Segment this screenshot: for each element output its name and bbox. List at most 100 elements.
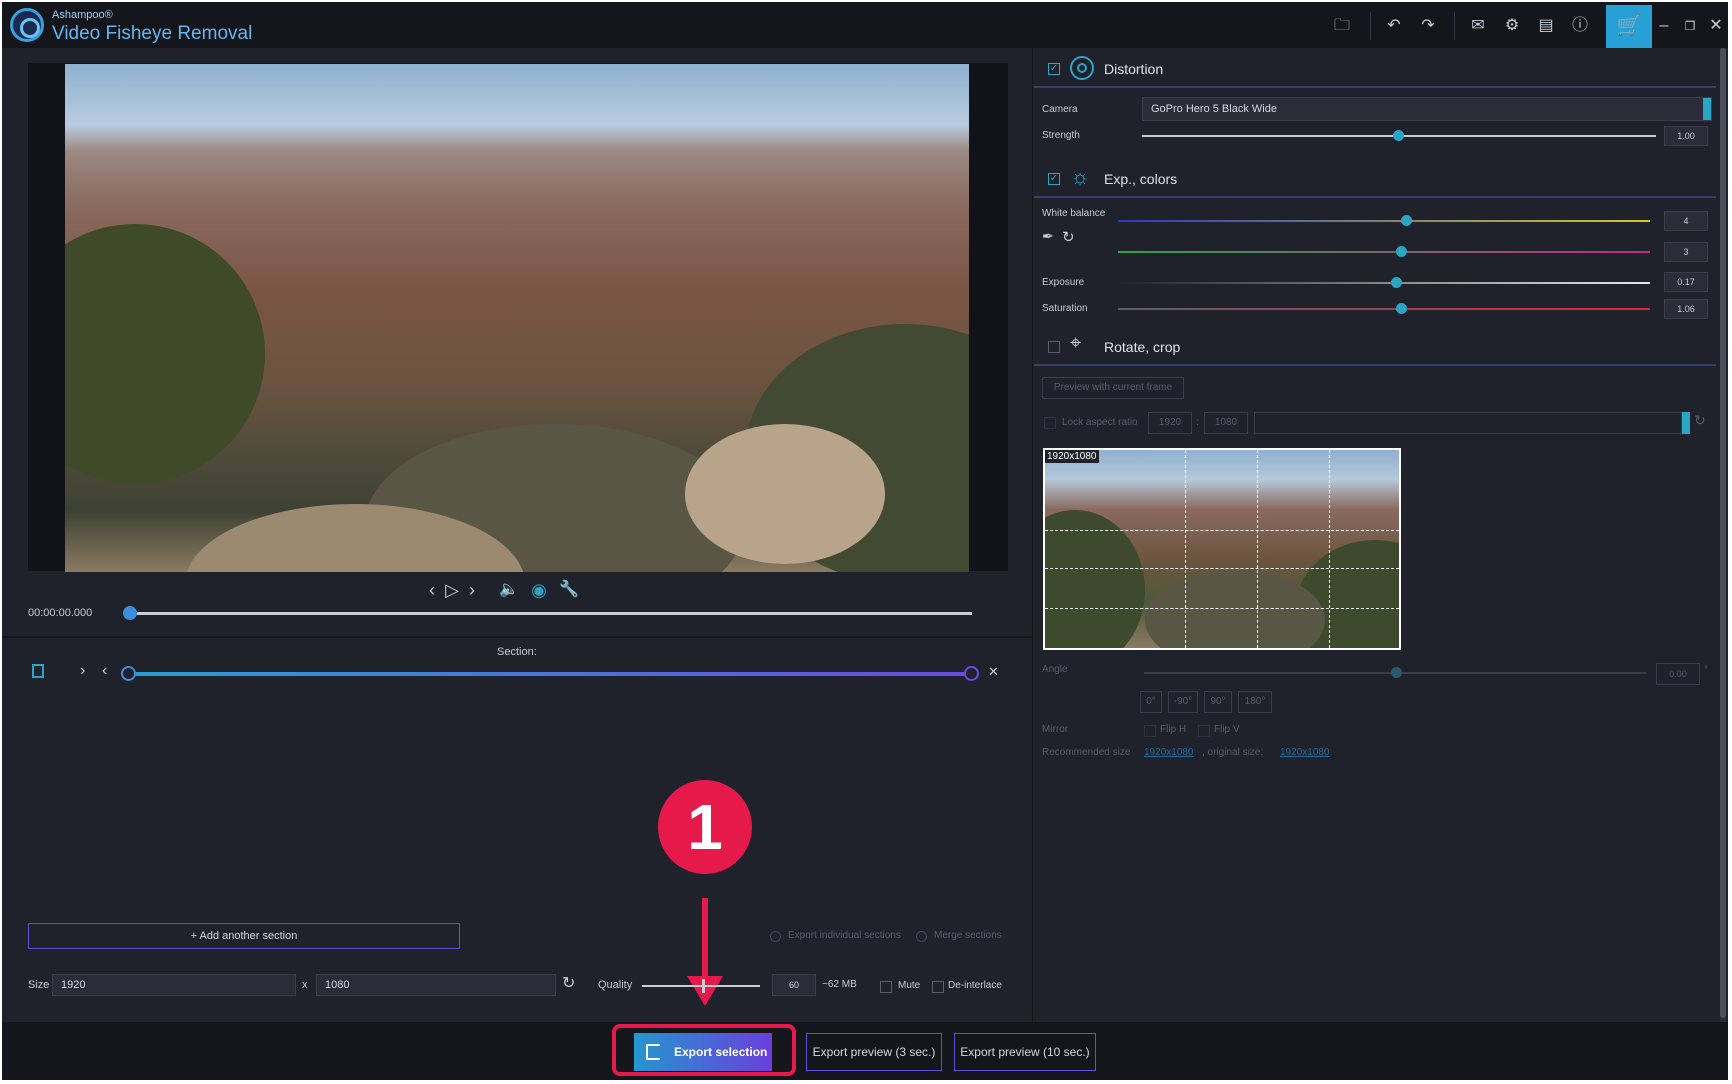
play-icon[interactable]: ▷: [442, 578, 462, 602]
saturation-slider-handle[interactable]: [1396, 303, 1407, 314]
deinterlace-checkbox[interactable]: [932, 981, 944, 993]
restore-icon[interactable]: ❐: [1678, 14, 1702, 38]
flip-h-checkbox[interactable]: [1144, 725, 1156, 737]
ratio-height-input[interactable]: 1080: [1204, 412, 1248, 434]
volume-icon[interactable]: 🔈: [498, 578, 520, 602]
previous-frame-icon[interactable]: ‹: [422, 578, 442, 602]
flip-h-label: Flip H: [1160, 724, 1187, 735]
merge-sections-radio[interactable]: [916, 931, 927, 942]
section-previous-icon[interactable]: ‹: [102, 662, 107, 680]
size-separator: x: [302, 979, 308, 991]
add-section-label: Add another section: [199, 930, 298, 942]
settings-gear-icon[interactable]: ⚙: [1500, 14, 1524, 38]
ratio-width-input[interactable]: 1920: [1148, 412, 1192, 434]
angle-value[interactable]: 0.00: [1656, 663, 1700, 685]
export-preview-10-button[interactable]: Export preview (10 sec.): [954, 1033, 1096, 1071]
exp-colors-checkbox[interactable]: ✓: [1048, 173, 1060, 185]
exp-colors-title: Exp., colors: [1104, 171, 1178, 187]
section-range-bar[interactable]: [128, 672, 974, 676]
add-another-section-button[interactable]: + Add another section: [28, 923, 460, 949]
exposure-slider-handle[interactable]: [1391, 277, 1402, 288]
open-folder-icon[interactable]: 🗀: [1330, 14, 1354, 38]
close-icon[interactable]: ✕: [1704, 14, 1728, 38]
original-size-link[interactable]: 1920x1080: [1280, 747, 1330, 758]
exposure-slider[interactable]: [1118, 282, 1650, 284]
angle-label: Angle: [1042, 664, 1068, 675]
exposure-label: Exposure: [1042, 277, 1085, 288]
seek-bar[interactable]: [130, 612, 972, 615]
distortion-title: Distortion: [1104, 61, 1164, 77]
strength-slider-handle[interactable]: [1393, 130, 1404, 141]
camera-select[interactable]: GoPro Hero 5 Black Wide: [1142, 97, 1712, 121]
sun-icon: ☼: [1070, 164, 1091, 189]
preview-eye-icon[interactable]: ◉: [526, 578, 552, 602]
angle-slider-handle[interactable]: [1391, 667, 1402, 678]
app-logo-icon: [10, 8, 44, 42]
next-frame-icon[interactable]: ›: [462, 578, 482, 602]
height-input[interactable]: 1080: [316, 974, 556, 996]
mute-checkbox[interactable]: [880, 981, 892, 993]
white-balance-temp-slider[interactable]: [1118, 220, 1650, 222]
exposure-value[interactable]: 0.17: [1664, 272, 1708, 292]
export-preview-3-button[interactable]: Export preview (3 sec.): [806, 1033, 942, 1071]
section-end-handle[interactable]: [964, 666, 979, 681]
settings-scrollbar-thumb[interactable]: [1720, 48, 1726, 1018]
reset-white-balance-icon[interactable]: ↻: [1062, 228, 1075, 246]
white-balance-tint-handle[interactable]: [1396, 246, 1407, 257]
size-label: Size: [28, 979, 50, 991]
info-icon[interactable]: ⓘ: [1568, 14, 1592, 38]
strength-label: Strength: [1042, 130, 1080, 141]
section-next-icon[interactable]: ›: [80, 662, 85, 680]
ratio-colon: :: [1196, 417, 1199, 428]
white-balance-tint-value[interactable]: 3: [1664, 242, 1708, 262]
quality-slider[interactable]: [642, 985, 760, 987]
quality-slider-handle[interactable]: [702, 979, 705, 993]
original-size-label: , original size:: [1202, 747, 1264, 758]
distortion-checkbox[interactable]: ✓: [1048, 63, 1060, 75]
lock-aspect-checkbox[interactable]: [1044, 417, 1056, 429]
angle-0-button[interactable]: 0°: [1140, 691, 1162, 713]
minimize-icon[interactable]: –: [1652, 14, 1676, 38]
mute-label: Mute: [898, 980, 921, 991]
quality-value-input[interactable]: 60: [772, 974, 816, 996]
undo-icon[interactable]: ↶: [1382, 14, 1406, 38]
export-individual-radio[interactable]: [770, 931, 781, 942]
flip-v-label: Flip V: [1214, 724, 1240, 735]
width-input[interactable]: 1920: [52, 974, 296, 996]
preview-current-frame-button[interactable]: Preview with current frame: [1042, 377, 1184, 399]
crop-preview-thumbnail[interactable]: [1043, 448, 1401, 650]
reset-crop-icon[interactable]: ↻: [1694, 412, 1706, 429]
wrench-icon[interactable]: 🔧: [558, 578, 580, 602]
estimated-file-size: ~62 MB: [822, 979, 857, 990]
saturation-value[interactable]: 1.06: [1664, 299, 1708, 319]
angle-180-button[interactable]: 180°: [1238, 691, 1272, 713]
section-start-handle[interactable]: [121, 666, 136, 681]
panel-divider: [2, 636, 1032, 638]
saturation-slider[interactable]: [1118, 308, 1650, 310]
saturation-label: Saturation: [1042, 303, 1088, 314]
degree-sign: °: [1704, 665, 1708, 676]
crop-size-label: 1920x1080: [1045, 450, 1099, 463]
seek-handle[interactable]: [123, 606, 137, 620]
aspect-preset-select[interactable]: [1254, 412, 1682, 434]
reset-size-icon[interactable]: ↻: [562, 973, 575, 993]
remove-section-icon[interactable]: ✕: [988, 664, 999, 680]
app-window: Ashampoo® Video Fisheye Removal 🗀 ↶ ↷ ✉ …: [2, 2, 1728, 1080]
redo-icon[interactable]: ↷: [1416, 14, 1440, 38]
white-balance-temp-value[interactable]: 4: [1664, 211, 1708, 231]
section-export-icon[interactable]: [32, 664, 44, 678]
eyedropper-icon[interactable]: ✒: [1042, 228, 1054, 245]
compare-view-icon[interactable]: ▤: [1534, 14, 1558, 38]
angle-minus-90-button[interactable]: -90°: [1168, 691, 1198, 713]
aspect-dropdown-arrow[interactable]: [1682, 412, 1690, 434]
shopping-cart-icon[interactable]: 🛒: [1606, 5, 1652, 48]
angle-90-button[interactable]: 90°: [1204, 691, 1232, 713]
white-balance-tint-slider[interactable]: [1118, 251, 1650, 253]
recommended-size-link[interactable]: 1920x1080: [1144, 747, 1194, 758]
strength-value[interactable]: 1.00: [1664, 126, 1708, 146]
white-balance-temp-handle[interactable]: [1401, 215, 1412, 226]
rotate-crop-checkbox[interactable]: [1048, 341, 1060, 353]
plus-icon: +: [190, 930, 200, 942]
flip-v-checkbox[interactable]: [1198, 725, 1210, 737]
feedback-icon[interactable]: ✉: [1466, 14, 1490, 38]
